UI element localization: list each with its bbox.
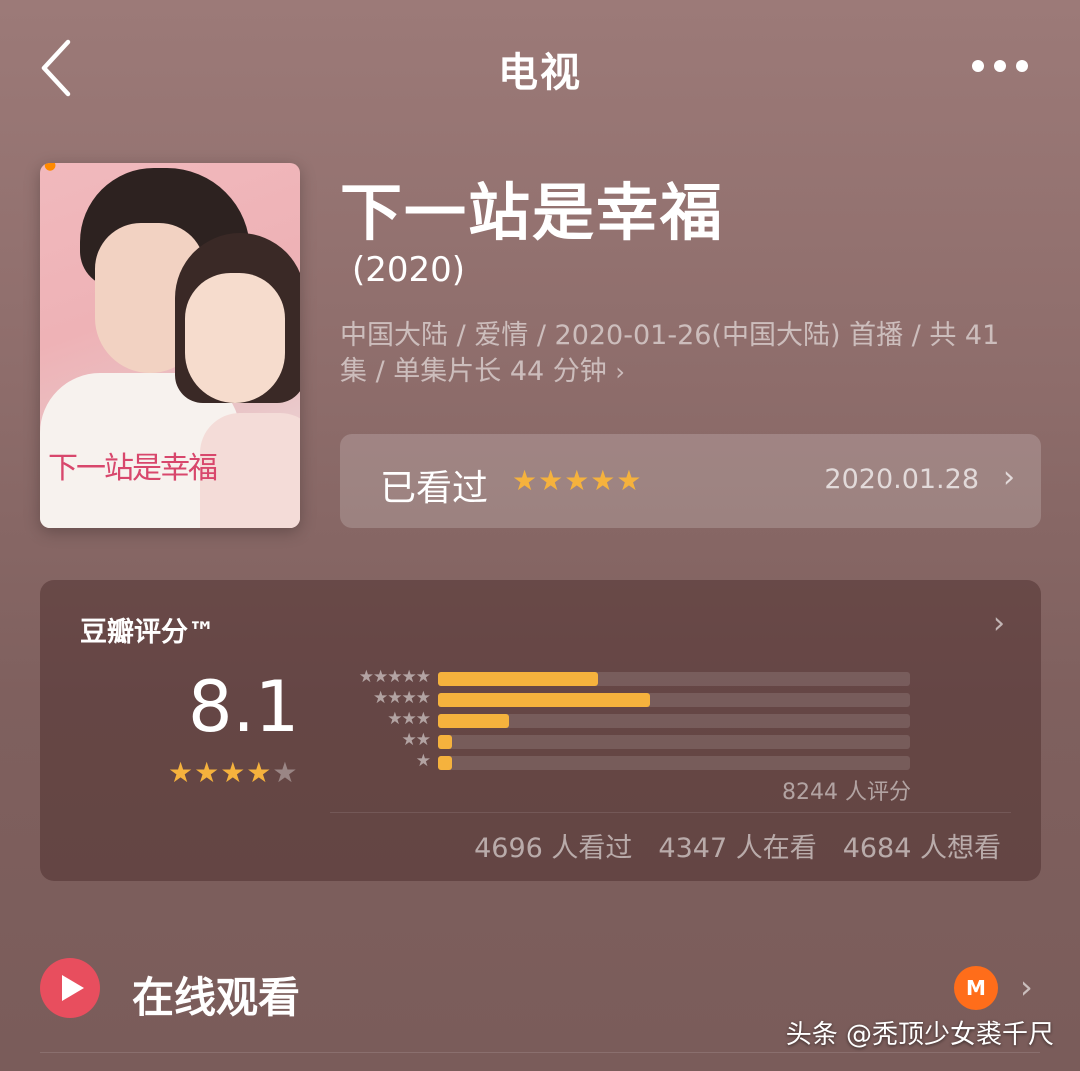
mgtv-provider-icon: M	[954, 966, 998, 1010]
watched-status-card[interactable]: 已看过 ★★★★★ 2020.01.28 ›	[340, 434, 1041, 528]
chevron-right-icon: ›	[1020, 968, 1033, 1006]
watched-date: 2020.01.28	[824, 464, 979, 495]
rating-bar-fill	[438, 672, 599, 686]
rating-bar-fill	[438, 735, 453, 749]
poster-title: 下一站是幸福	[48, 451, 218, 486]
meta-line-2: 集 / 单集片长 44 分钟	[340, 356, 607, 387]
show-year: (2020)	[352, 250, 466, 290]
nav-bar: 电视	[0, 0, 1080, 135]
divider	[330, 812, 1011, 813]
meta-line-1: 中国大陆 / 爱情 / 2020-01-26(中国大陆) 首播 / 共 41	[340, 320, 1000, 351]
chevron-right-icon: ›	[615, 358, 625, 386]
show-title: 下一站是幸福	[340, 176, 725, 249]
more-button[interactable]	[972, 60, 1028, 74]
chevron-right-icon[interactable]: ›	[993, 606, 1005, 641]
douban-rating-card[interactable]: 豆瓣评分™ › 8.1 ★★★★★ ★★★★★ ★★★★ ★★★ ★★ ★ 8244 人…	[40, 580, 1041, 881]
rating-bar-track	[438, 735, 910, 749]
rating-bar-fill	[438, 756, 453, 770]
watermark-text: 头条 @秃顶少女裘千尺	[785, 1020, 1054, 1050]
rating-score: 8.1	[188, 666, 300, 748]
rating-heading: 豆瓣评分™	[80, 617, 215, 648]
score-stars: ★★★★★	[168, 756, 299, 789]
rating-bar-stars: ★★★★	[373, 688, 431, 708]
rating-count: 8244 人评分	[782, 780, 911, 805]
rating-bar-fill	[438, 714, 509, 728]
rating-bar-fill	[438, 693, 651, 707]
user-rating-stars: ★★★★★	[512, 464, 643, 497]
stat-watching[interactable]: 4347 人在看	[658, 826, 816, 865]
rating-bar-track	[438, 756, 910, 770]
rating-bar-track	[438, 672, 910, 686]
rating-bar-stars: ★★★	[387, 709, 431, 729]
stats-row: 4696 人看过 4347 人在看 4684 人想看	[474, 826, 1001, 865]
watch-online-label: 在线观看	[132, 973, 301, 1022]
chevron-right-icon: ›	[1003, 460, 1015, 495]
rating-bar-stars: ★★	[401, 730, 432, 750]
provider-logo-icon: ●	[44, 163, 57, 173]
rating-bar-track	[438, 693, 910, 707]
stat-want[interactable]: 4684 人想看	[843, 826, 1001, 865]
divider	[40, 1052, 1040, 1053]
page-title: 电视	[498, 50, 582, 96]
watch-online-row[interactable]: 在线观看 M ›	[40, 958, 1040, 1022]
rating-bar-stars: ★★★★★	[358, 667, 431, 687]
watched-label: 已看过	[380, 468, 489, 509]
more-dots-icon	[972, 60, 984, 72]
poster-image[interactable]: ● 下一站是幸福	[40, 163, 300, 528]
play-icon	[40, 958, 100, 1018]
stat-watched[interactable]: 4696 人看过	[474, 826, 632, 865]
rating-bar-stars: ★	[415, 751, 431, 771]
rating-bar-track	[438, 714, 910, 728]
show-meta[interactable]: 中国大陆 / 爱情 / 2020-01-26(中国大陆) 首播 / 共 41 集…	[340, 318, 1040, 390]
